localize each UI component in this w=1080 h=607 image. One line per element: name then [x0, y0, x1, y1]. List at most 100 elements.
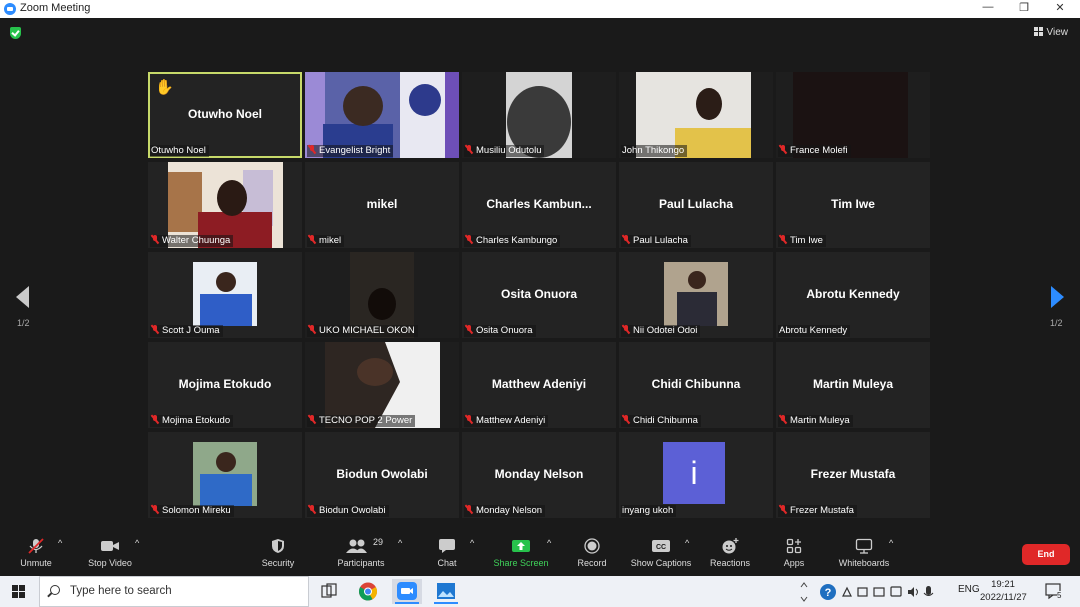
system-tray-icons[interactable]: [840, 584, 950, 600]
participant-tile[interactable]: UKO MICHAEL OKON: [305, 252, 459, 338]
participant-tile[interactable]: Chidi Chibunna Chidi Chibunna: [619, 342, 773, 428]
notifications-icon[interactable]: [1044, 582, 1066, 602]
chat-label: Chat: [437, 558, 457, 568]
participant-label: Abrotu Kennedy: [778, 325, 851, 337]
security-shield-icon[interactable]: [10, 27, 21, 39]
audio-options-caret-icon[interactable]: ^: [58, 538, 62, 548]
show-captions-label: Show Captions: [630, 558, 692, 568]
share-screen-button[interactable]: Share Screen: [492, 538, 550, 568]
chat-options-caret-icon[interactable]: ^: [470, 538, 474, 548]
participant-tile[interactable]: Charles Kambun... Charles Kambungo: [462, 162, 616, 248]
participant-tile[interactable]: Tim Iwe Tim Iwe: [776, 162, 930, 248]
participant-label: Walter Chuunga: [150, 235, 234, 247]
apps-icon: [786, 538, 802, 554]
participant-tile[interactable]: France Molefi: [776, 72, 930, 158]
next-page-arrow-icon[interactable]: [1051, 286, 1064, 308]
participant-tile[interactable]: Abrotu Kennedy Abrotu Kennedy: [776, 252, 930, 338]
share-screen-label: Share Screen: [493, 558, 549, 568]
muted-mic-icon: [151, 505, 159, 514]
participant-name-large: Osita Onuora: [500, 287, 577, 301]
avatar-letter: i: [663, 442, 725, 504]
windows-start-icon[interactable]: [12, 585, 25, 598]
participant-tile[interactable]: Evangelist Bright: [305, 72, 459, 158]
chrome-icon[interactable]: [353, 579, 383, 604]
security-button[interactable]: Security: [258, 538, 298, 568]
participant-label: TECNO POP 2 Power: [307, 415, 416, 427]
participants-label: Participants: [337, 558, 385, 568]
stop-video-label: Stop Video: [88, 558, 132, 568]
participant-tile[interactable]: ✋ Otuwho Noel Otuwho Noel: [148, 72, 302, 158]
participants-options-caret-icon[interactable]: ^: [398, 538, 402, 548]
participant-name-large: Biodun Owolabi: [336, 467, 428, 481]
minimize-button[interactable]: —: [980, 1, 996, 16]
photos-app-icon[interactable]: [431, 579, 461, 604]
unmute-button[interactable]: Unmute: [18, 538, 54, 568]
participant-name-large: Mojima Etokudo: [178, 377, 272, 391]
taskbar-search-input[interactable]: Type here to search: [39, 576, 309, 607]
participant-name: Tim Iwe: [790, 235, 823, 246]
participant-tile[interactable]: Osita Onuora Osita Onuora: [462, 252, 616, 338]
participant-tile[interactable]: Solomon Mireku: [148, 432, 302, 518]
participant-tile[interactable]: mikel mikel: [305, 162, 459, 248]
participant-tile[interactable]: Biodun Owolabi Biodun Owolabi: [305, 432, 459, 518]
maximize-button[interactable]: ❐: [1016, 1, 1032, 16]
zoom-app-icon[interactable]: [392, 579, 422, 604]
participant-tile[interactable]: Nii Odotei Odoi: [619, 252, 773, 338]
chat-button[interactable]: Chat: [432, 538, 462, 568]
participants-button[interactable]: 29 Participants: [335, 537, 387, 568]
captions-options-caret-icon[interactable]: ^: [685, 538, 689, 548]
help-icon[interactable]: ?: [818, 582, 838, 602]
participant-tile[interactable]: Paul Lulacha Paul Lulacha: [619, 162, 773, 248]
zoom-logo-icon: [4, 3, 16, 15]
participant-tile[interactable]: TECNO POP 2 Power: [305, 342, 459, 428]
participant-name: Evangelist Bright: [319, 145, 391, 156]
participant-name-large: Paul Lulacha: [658, 197, 734, 211]
participant-tile[interactable]: John Thikongo: [619, 72, 773, 158]
participant-name-large: Charles Kambun...: [486, 197, 592, 211]
whiteboards-options-caret-icon[interactable]: ^: [889, 538, 893, 548]
page-indicator-right: 1/2: [1050, 318, 1063, 328]
shield-icon: [272, 539, 284, 553]
record-button[interactable]: Record: [574, 538, 610, 568]
participant-name-large: Tim Iwe: [831, 197, 875, 211]
muted-mic-icon: [151, 235, 159, 244]
participant-name: inyang ukoh: [622, 505, 674, 516]
language-indicator[interactable]: ENG: [958, 584, 980, 595]
close-button[interactable]: ✕: [1052, 1, 1068, 16]
participant-tile[interactable]: Scott J Ouma: [148, 252, 302, 338]
stop-video-button[interactable]: Stop Video: [84, 538, 136, 568]
muted-mic-icon: [465, 325, 473, 334]
taskbar-clock[interactable]: 19:21 2022/11/27: [980, 578, 1027, 604]
view-button[interactable]: View: [1033, 27, 1068, 38]
participant-tile[interactable]: Mojima Etokudo Mojima Etokudo: [148, 342, 302, 428]
participant-tile[interactable]: i inyang ukoh: [619, 432, 773, 518]
task-view-icon[interactable]: [314, 579, 344, 604]
muted-mic-icon: [308, 325, 316, 334]
end-meeting-button[interactable]: End: [1022, 544, 1070, 565]
participant-name: Nii Odotei Odoi: [633, 325, 698, 336]
taskbar-scroll-icon[interactable]: [799, 579, 809, 605]
participant-tile[interactable]: Walter Chuunga: [148, 162, 302, 248]
participant-tile[interactable]: Musiliu Odutolu: [462, 72, 616, 158]
participant-tile[interactable]: Monday Nelson Monday Nelson: [462, 432, 616, 518]
reactions-button[interactable]: Reactions: [708, 538, 752, 568]
participant-label: inyang ukoh: [621, 505, 677, 517]
whiteboards-button[interactable]: Whiteboards: [834, 538, 894, 568]
muted-mic-icon: [151, 325, 159, 334]
previous-page-arrow-icon[interactable]: [16, 286, 29, 308]
window-title: Zoom Meeting: [20, 2, 91, 14]
video-options-caret-icon[interactable]: ^: [135, 538, 139, 548]
apps-button[interactable]: Apps: [780, 538, 808, 568]
apps-label: Apps: [783, 558, 805, 568]
participant-name: Chidi Chibunna: [633, 415, 698, 426]
participant-tile[interactable]: Matthew Adeniyi Matthew Adeniyi: [462, 342, 616, 428]
muted-mic-icon: [622, 235, 630, 244]
muted-mic-icon: [465, 415, 473, 424]
participant-tile[interactable]: Frezer Mustafa Frezer Mustafa: [776, 432, 930, 518]
share-options-caret-icon[interactable]: ^: [547, 538, 551, 548]
whiteboards-label: Whiteboards: [838, 558, 890, 568]
participant-name: Martin Muleya: [790, 415, 850, 426]
participant-label: Osita Onuora: [464, 325, 536, 337]
participant-label: Nii Odotei Odoi: [621, 325, 701, 337]
participant-tile[interactable]: Martin Muleya Martin Muleya: [776, 342, 930, 428]
